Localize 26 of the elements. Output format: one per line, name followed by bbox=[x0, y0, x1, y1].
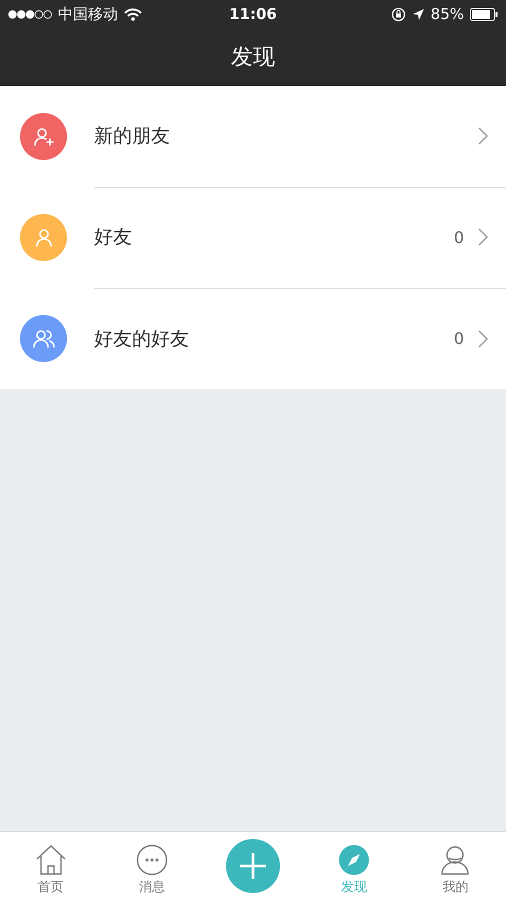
clock-time: 11:06 bbox=[229, 5, 277, 23]
rotation-lock-icon bbox=[390, 6, 406, 22]
profile-icon bbox=[439, 844, 472, 876]
plus-icon bbox=[238, 852, 267, 880]
item-count: 0 bbox=[454, 329, 464, 348]
battery-icon bbox=[470, 8, 498, 20]
list-item-label[interactable]: 好友的好友 bbox=[94, 326, 454, 352]
wifi-icon bbox=[124, 8, 142, 20]
list-item-label[interactable]: 好友 bbox=[94, 224, 454, 250]
home-icon bbox=[34, 844, 67, 876]
more-icon bbox=[136, 844, 168, 876]
tab-item[interactable]: 消息 bbox=[101, 832, 202, 900]
compass-icon bbox=[338, 844, 370, 876]
tab-item[interactable]: 首页 bbox=[0, 832, 102, 900]
chevron-icon bbox=[478, 127, 488, 145]
chevron-icon bbox=[478, 228, 488, 246]
tab-item[interactable]: 发现 bbox=[304, 832, 405, 900]
carrier-name: 中国移动 bbox=[58, 4, 118, 24]
tab-item[interactable]: 我的 bbox=[404, 832, 506, 900]
battery-percent: 85% bbox=[430, 5, 464, 23]
list-item-label[interactable]: 新的朋友 bbox=[94, 123, 478, 149]
location-arrow-icon bbox=[412, 8, 425, 20]
item-count: 0 bbox=[454, 228, 464, 246]
page-title: 发现 bbox=[230, 44, 276, 72]
chevron-icon bbox=[478, 330, 488, 348]
signal-icon bbox=[8, 10, 52, 18]
